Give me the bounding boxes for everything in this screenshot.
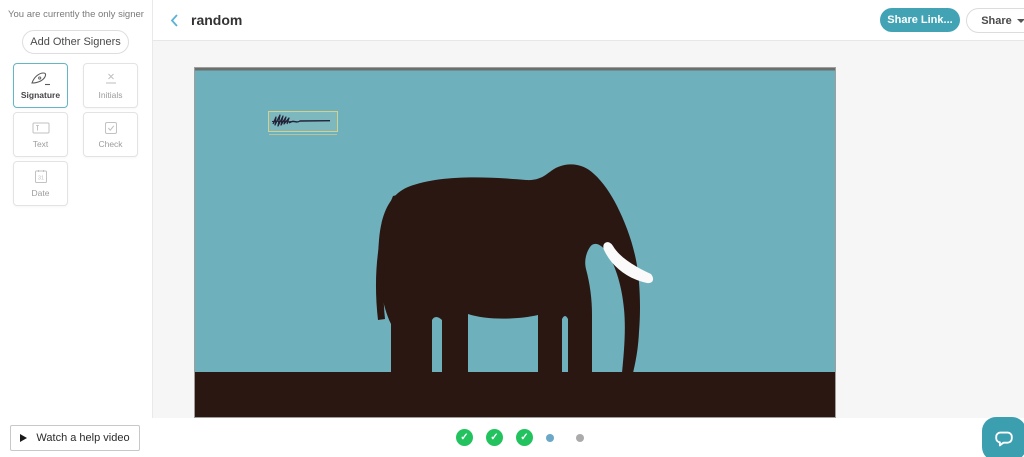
share-dropdown-button[interactable]: Share [966,8,1024,33]
chat-launcher-button[interactable] [982,417,1024,457]
page-dot-3[interactable] [516,429,533,446]
initials-x-icon [101,72,121,86]
sidebar: You are currently the only signer Add Ot… [0,0,153,418]
page-dot-5[interactable] [576,434,584,442]
chevron-left-icon [169,13,179,28]
page-dot-4[interactable] [546,434,554,442]
svg-text:31: 31 [37,176,43,182]
tool-label: Signature [21,90,60,100]
page-top-edge [195,68,835,71]
tool-date[interactable]: 31 Date [13,161,68,206]
watch-help-video-button[interactable]: Watch a help video [10,425,140,451]
share-dropdown-label: Share [981,15,1012,27]
help-video-label: Watch a help video [36,432,129,444]
tool-label: Text [33,139,49,149]
share-link-button[interactable]: Share Link... [880,8,960,32]
top-bar: random Share Link... Share [153,0,1024,41]
tool-signature[interactable]: Signature [13,63,68,108]
calendar-icon: 31 [31,169,51,184]
tool-text[interactable]: Text [13,112,68,157]
signer-note: You are currently the only signer [0,9,152,20]
tool-initials[interactable]: Initials [83,63,138,108]
add-other-signers-button[interactable]: Add Other Signers [22,30,129,54]
signature-scribble [269,112,337,131]
field-tools-grid: Signature Initials Text [13,63,138,206]
page-dot-2[interactable] [486,429,503,446]
ground-bar [195,372,835,417]
play-icon [20,434,27,442]
pen-nib-icon [31,72,51,86]
back-button[interactable] [164,10,184,30]
text-cursor-box-icon [31,121,51,135]
page-dot-1[interactable] [456,429,473,446]
tool-label: Initials [98,90,122,100]
tool-label: Check [98,139,122,149]
tool-label: Date [32,188,50,198]
caret-down-icon [1017,19,1024,23]
chat-bubble-icon [993,428,1015,450]
document-title: random [191,12,242,28]
app-window: You are currently the only signer Add Ot… [0,0,1024,457]
document-page[interactable] [195,68,835,417]
tool-check[interactable]: Check [83,112,138,157]
checkbox-check-icon [101,121,121,135]
signature-field[interactable] [268,111,338,132]
